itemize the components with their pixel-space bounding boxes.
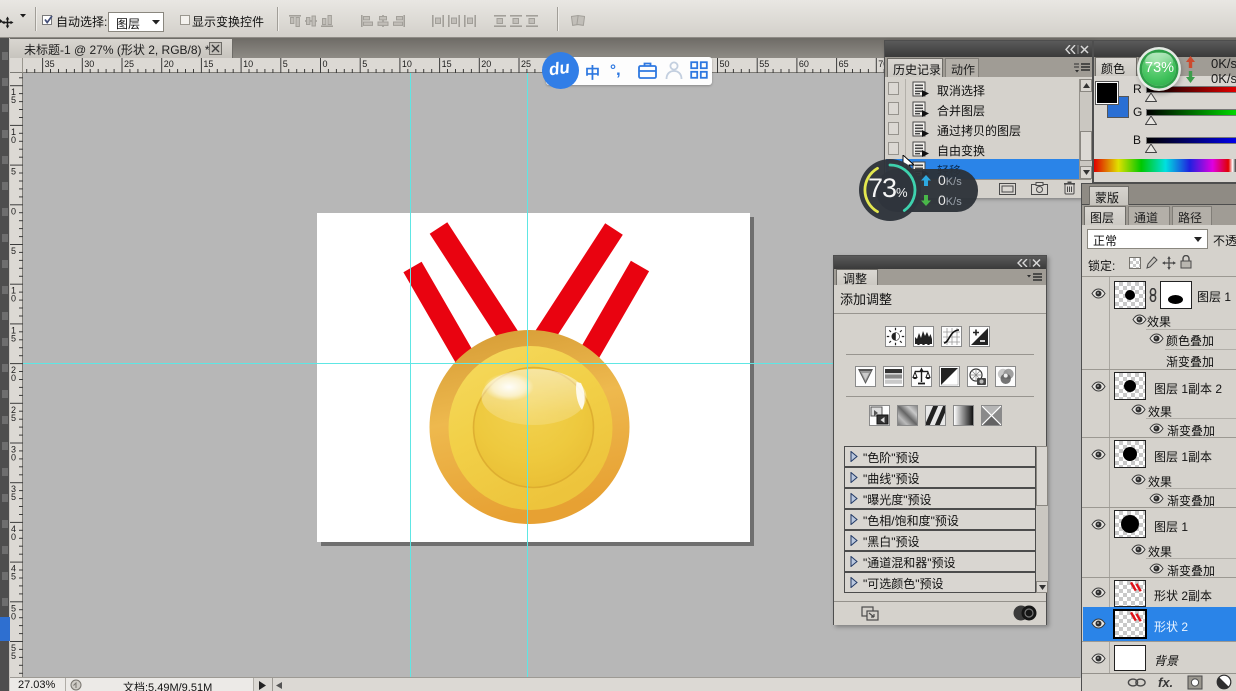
svg-text:5: 5 bbox=[11, 333, 16, 343]
svg-text:60: 60 bbox=[799, 59, 809, 69]
svg-text:0: 0 bbox=[11, 611, 16, 621]
svg-text:10: 10 bbox=[402, 59, 412, 69]
svg-text:0: 0 bbox=[11, 294, 16, 304]
svg-text:5: 5 bbox=[11, 651, 16, 661]
svg-text:5: 5 bbox=[11, 572, 16, 582]
svg-text:10: 10 bbox=[243, 59, 253, 69]
svg-text:0: 0 bbox=[11, 453, 16, 463]
svg-text:5: 5 bbox=[11, 95, 16, 105]
svg-text:5: 5 bbox=[11, 413, 16, 423]
svg-text:30: 30 bbox=[84, 59, 94, 69]
svg-text:0: 0 bbox=[11, 135, 16, 145]
svg-text:0: 0 bbox=[323, 59, 328, 69]
svg-text:35: 35 bbox=[45, 59, 55, 69]
svg-text:25: 25 bbox=[124, 59, 134, 69]
svg-text:0: 0 bbox=[11, 532, 16, 542]
svg-text:15: 15 bbox=[203, 59, 213, 69]
svg-text:0: 0 bbox=[11, 206, 16, 216]
svg-text:65: 65 bbox=[839, 59, 849, 69]
svg-text:20: 20 bbox=[164, 59, 174, 69]
svg-text:5: 5 bbox=[362, 59, 367, 69]
svg-text:25: 25 bbox=[521, 59, 531, 69]
svg-text:5: 5 bbox=[11, 492, 16, 502]
svg-text:0: 0 bbox=[11, 373, 16, 383]
svg-text:5: 5 bbox=[283, 59, 288, 69]
svg-text:55: 55 bbox=[759, 59, 769, 69]
svg-text:5: 5 bbox=[11, 246, 16, 256]
svg-text:20: 20 bbox=[481, 59, 491, 69]
svg-text:15: 15 bbox=[442, 59, 452, 69]
svg-text:5: 5 bbox=[11, 167, 16, 177]
svg-text:50: 50 bbox=[720, 59, 730, 69]
